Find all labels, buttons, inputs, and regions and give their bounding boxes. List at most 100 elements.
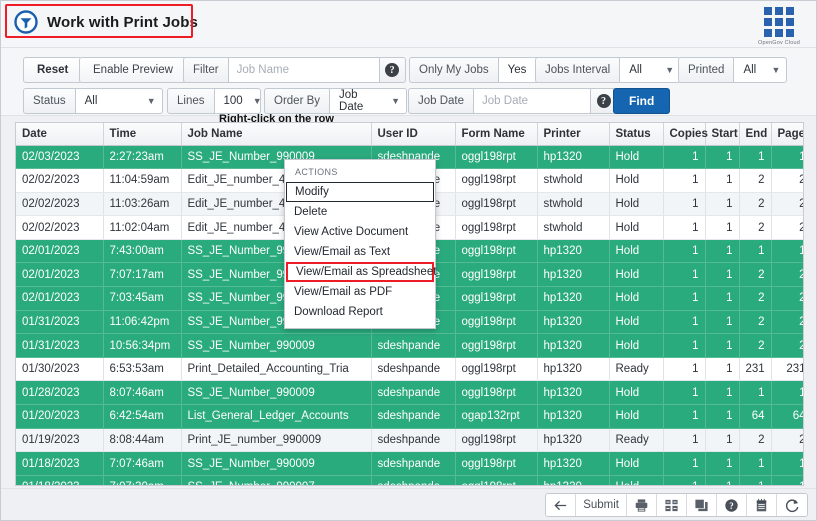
column-header-user-id[interactable]: User ID [371, 123, 456, 146]
order-by-value: Job Date [339, 89, 364, 113]
cell-copies: 1 [663, 262, 706, 288]
status-select[interactable]: All ▼ [74, 88, 163, 114]
cell-date: 01/31/2023 [16, 333, 104, 358]
order-by-select[interactable]: Job Date ▼ [329, 88, 408, 114]
context-menu-heading: ACTIONS [295, 167, 338, 177]
find-button[interactable]: Find [613, 88, 671, 114]
cell-date: 01/30/2023 [16, 357, 104, 382]
cell-end: 2 [739, 333, 772, 358]
column-header-pages[interactable]: Pages [771, 123, 803, 146]
column-header-form-name[interactable]: Form Name [455, 123, 538, 146]
table-row[interactable]: 01/18/2023 7:07:46am SS_JE_Number_990009 sd… [16, 451, 803, 476]
cell-copies: 1 [663, 380, 706, 406]
cell-pages: 64 [771, 404, 803, 429]
cell-end: 1 [739, 451, 772, 476]
printed-label: Printed [678, 57, 734, 83]
printed-control: Printed All ▼ [678, 57, 788, 83]
cell-pages: 2 [771, 428, 803, 453]
submit-button[interactable]: Submit [576, 494, 627, 516]
context-menu-item-view-email-as-text[interactable]: View/Email as Text [285, 242, 435, 262]
svg-text:?: ? [729, 500, 733, 510]
cell-user-id: sdeshpande [371, 357, 456, 382]
context-menu-item-view-email-as-spreadsheet[interactable]: View/Email as Spreadsheet [286, 262, 436, 282]
refresh-icon [785, 498, 798, 512]
jobs-interval-select[interactable]: All ▼ [619, 57, 682, 83]
column-header-date[interactable]: Date [16, 123, 104, 146]
filter-input[interactable]: Job Name [227, 57, 380, 83]
cell-pages: 231 [771, 357, 803, 382]
notepad-icon [756, 498, 767, 511]
context-menu-item-view-active-document[interactable]: View Active Document [285, 222, 435, 242]
job-date-input[interactable]: Job Date [473, 88, 592, 114]
reset-button[interactable]: Reset [23, 57, 83, 83]
grid-icon [750, 7, 808, 37]
context-menu-item-download-report[interactable]: Download Report [285, 302, 435, 322]
copy-stack-icon [695, 499, 708, 511]
column-header-end[interactable]: End [739, 123, 772, 146]
cell-copies: 1 [663, 404, 706, 429]
cell-start: 1 [705, 475, 740, 485]
filter-help-button[interactable]: ? [379, 57, 406, 83]
cell-status: Hold [609, 380, 664, 406]
cell-user-id: sdeshpande [371, 428, 456, 453]
table-row[interactable]: 01/30/2023 6:53:53am Print_Detailed_Accoun… [16, 357, 803, 382]
context-menu-item-modify[interactable]: Modify [286, 182, 434, 202]
cell-printer: hp1320 [537, 286, 610, 311]
refresh-button[interactable] [777, 494, 807, 516]
cell-form-name: oggl198rpt [455, 168, 538, 193]
cell-date: 01/18/2023 [16, 451, 104, 476]
cell-start: 1 [705, 192, 740, 217]
chevron-down-icon: ▼ [665, 64, 675, 75]
jobs-interval-value: All [629, 64, 642, 76]
column-header-job-name[interactable]: Job Name [181, 123, 372, 146]
cell-form-name: oggl198rpt [455, 192, 538, 217]
cell-form-name: oggl198rpt [455, 428, 538, 453]
printed-select[interactable]: All ▼ [733, 57, 788, 83]
bottom-toolbar: Submit ? [1, 488, 816, 520]
column-header-time[interactable]: Time [103, 123, 182, 146]
cell-pages: 2 [771, 262, 803, 288]
cell-date: 01/20/2023 [16, 404, 104, 429]
back-button[interactable] [546, 494, 577, 516]
column-header-copies[interactable]: Copies [663, 123, 708, 146]
cell-start: 1 [705, 215, 740, 240]
cell-time: 7:07:46am [103, 451, 182, 476]
cell-form-name: oggl198rpt [455, 380, 538, 406]
print-button[interactable] [627, 494, 657, 516]
cell-start: 1 [705, 333, 740, 358]
cell-start: 1 [705, 451, 740, 476]
table-row[interactable]: 01/18/20237:07:30amSS_JE_Number_990007sd… [16, 475, 803, 485]
reset-control: Reset [23, 57, 83, 83]
toolbar-row-1: Reset Enable Preview Filter Job Name ? O… [1, 57, 816, 83]
cell-date: 01/28/2023 [16, 380, 104, 406]
help-button[interactable]: ? [717, 494, 747, 516]
calculator-button[interactable] [657, 494, 687, 516]
table-row[interactable]: 01/28/2023 8:07:46am SS_JE_Number_990009 sd… [16, 380, 803, 406]
help-circle-icon: ? [385, 63, 400, 77]
enable-preview-button[interactable]: Enable Preview [79, 57, 187, 83]
cell-date: 01/31/2023 [16, 310, 104, 335]
cell-pages: 1 [771, 239, 803, 264]
table-row[interactable]: 01/20/2023 6:42:54am List_General_Ledger_A… [16, 404, 803, 429]
cell-end: 2 [739, 286, 772, 311]
cell-end: 1 [739, 145, 772, 170]
table-row[interactable]: 01/31/2023 10:56:34pm SS_JE_Number_990009 s… [16, 333, 803, 358]
cell-end: 2 [739, 168, 772, 193]
column-header-start[interactable]: Start [705, 123, 740, 146]
notes-button[interactable] [747, 494, 777, 516]
copy-button[interactable] [687, 494, 717, 516]
cell-status: Hold [609, 451, 664, 476]
context-menu-item-view-email-as-pdf[interactable]: View/Email as PDF [285, 282, 435, 302]
cell-pages: 1 [771, 145, 803, 170]
help-circle-icon: ? [725, 498, 738, 512]
column-header-status[interactable]: Status [609, 123, 664, 146]
jobs-interval-control: Jobs Interval All ▼ [535, 57, 682, 83]
column-header-printer[interactable]: Printer [537, 123, 610, 146]
lines-select[interactable]: 100 ▼ [213, 88, 262, 114]
cell-user-id: sdeshpande [371, 333, 456, 358]
cell-copies: 1 [663, 333, 706, 358]
lines-control: Lines 100 ▼ [167, 88, 262, 114]
cell-status: Hold [609, 333, 664, 358]
context-menu-item-delete[interactable]: Delete [285, 202, 435, 222]
table-row[interactable]: 01/19/2023 8:08:44am Print_JE_number_99000… [16, 428, 803, 453]
